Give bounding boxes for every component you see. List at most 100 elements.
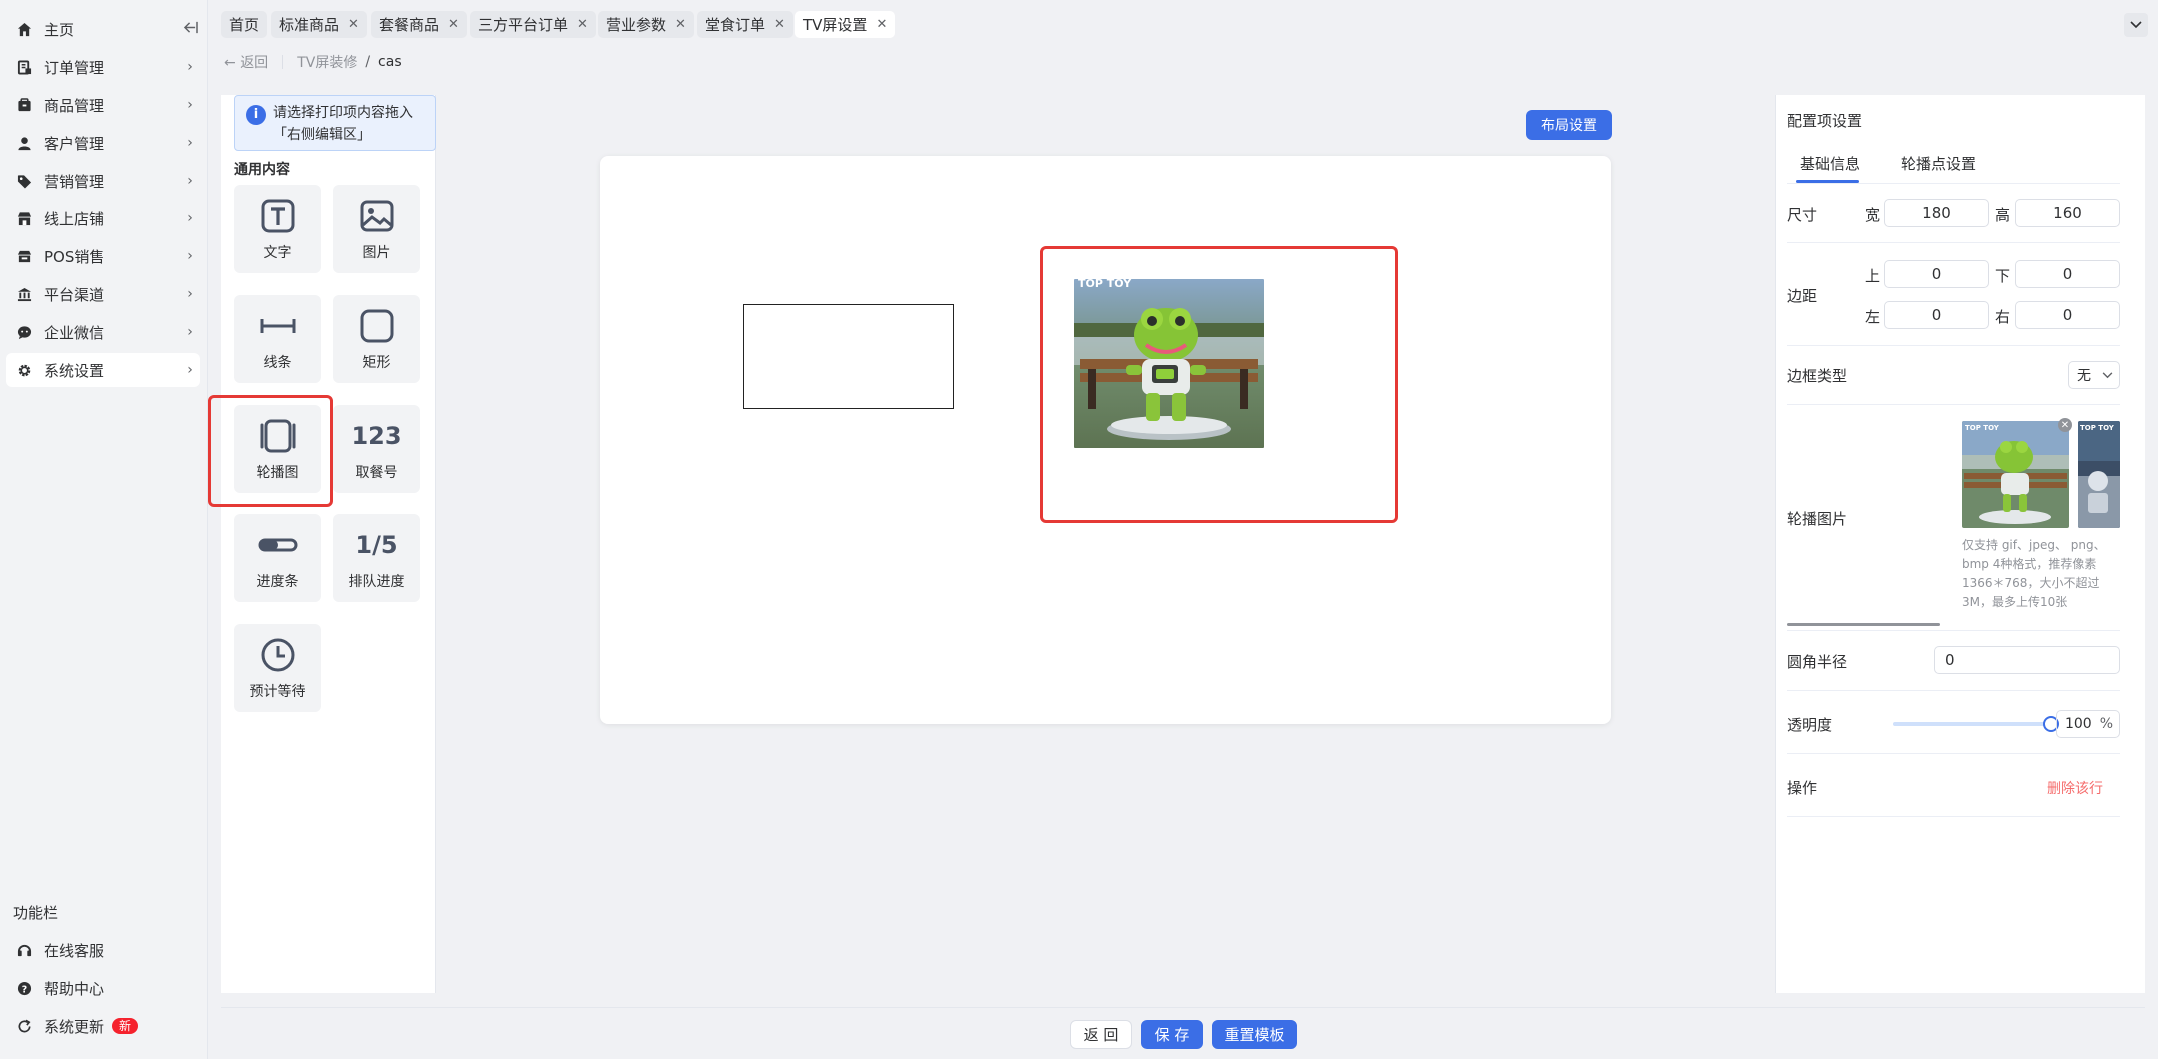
margin-bottom-input[interactable] bbox=[2015, 260, 2120, 288]
divider bbox=[1787, 753, 2120, 754]
collapse-sidebar-icon[interactable] bbox=[180, 21, 200, 38]
component-line[interactable]: 线条 bbox=[234, 295, 321, 383]
close-icon[interactable]: ✕ bbox=[675, 17, 686, 32]
thumbnail-scrollbar[interactable] bbox=[1787, 623, 1940, 626]
tab-basic-info[interactable]: 基础信息 bbox=[1800, 153, 1860, 174]
clock-icon bbox=[258, 635, 298, 675]
save-button[interactable]: 保 存 bbox=[1141, 1020, 1203, 1049]
sidebar-item-channels[interactable]: 平台渠道 › bbox=[6, 277, 200, 311]
gear-icon bbox=[16, 362, 32, 378]
component-label: 排队进度 bbox=[348, 574, 405, 590]
chevron-right-icon: › bbox=[187, 97, 193, 113]
remove-image-icon[interactable]: ✕ bbox=[2058, 418, 2072, 432]
user-icon bbox=[16, 135, 32, 151]
component-estimated-wait[interactable]: 预计等待 bbox=[234, 624, 321, 712]
close-icon[interactable]: ✕ bbox=[774, 17, 785, 32]
margin-top-input[interactable] bbox=[1884, 260, 1989, 288]
border-type-select[interactable]: 无 bbox=[2068, 361, 2120, 389]
component-pickup-number[interactable]: 123 取餐号 bbox=[333, 405, 420, 493]
margin-label: 边距 bbox=[1787, 287, 1818, 305]
reset-template-button[interactable]: 重置模板 bbox=[1212, 1020, 1297, 1049]
tab-third-party-orders[interactable]: 三方平台订单 ✕ bbox=[470, 11, 596, 38]
tab-home[interactable]: 首页 bbox=[221, 11, 268, 38]
sidebar-item-home[interactable]: 主页 bbox=[6, 12, 200, 46]
component-label: 线条 bbox=[263, 355, 292, 371]
opacity-slider-track[interactable] bbox=[1893, 722, 2051, 726]
width-label: 宽 bbox=[1865, 206, 1881, 224]
sidebar-item-label: 商品管理 bbox=[44, 96, 105, 115]
chevron-right-icon: › bbox=[187, 248, 193, 264]
tab-tv-settings[interactable]: TV屏设置 ✕ bbox=[795, 11, 896, 38]
queue-icon: 1/5 bbox=[355, 531, 398, 559]
opacity-value: 100 bbox=[2064, 716, 2092, 732]
sidebar-item-orders[interactable]: 订单管理 › bbox=[6, 50, 200, 84]
sidebar-item-label: 在线客服 bbox=[44, 941, 105, 960]
tab-business-params[interactable]: 营业参数 ✕ bbox=[598, 11, 694, 38]
tab-label: 堂食订单 bbox=[705, 16, 766, 34]
pos-icon bbox=[16, 248, 32, 264]
sidebar-item-label: 帮助中心 bbox=[44, 979, 105, 998]
new-badge: 新 bbox=[112, 1018, 139, 1034]
sidebar-item-marketing[interactable]: 营销管理 › bbox=[6, 164, 200, 198]
refresh-icon bbox=[16, 1018, 32, 1034]
height-input[interactable] bbox=[2015, 199, 2120, 227]
layout-settings-button[interactable]: 布局设置 bbox=[1526, 110, 1612, 140]
component-label: 进度条 bbox=[256, 574, 299, 590]
tab-label: 三方平台订单 bbox=[478, 16, 569, 34]
carousel-icon bbox=[258, 416, 298, 456]
component-carousel[interactable]: 轮播图 bbox=[234, 405, 321, 493]
breadcrumb-separator: / bbox=[365, 54, 371, 70]
radius-input[interactable] bbox=[1934, 646, 2120, 674]
sidebar-item-label: 营销管理 bbox=[44, 172, 105, 191]
headset-icon bbox=[16, 942, 32, 958]
close-icon[interactable]: ✕ bbox=[448, 17, 459, 32]
sidebar-item-wecom[interactable]: 企业微信 › bbox=[6, 315, 200, 349]
close-icon[interactable]: ✕ bbox=[876, 17, 887, 32]
radius-label: 圆角半径 bbox=[1787, 653, 1848, 671]
breadcrumb-parent[interactable]: TV屏装修 bbox=[297, 52, 357, 72]
chevron-right-icon: › bbox=[187, 362, 193, 378]
component-queue-progress[interactable]: 1/5 排队进度 bbox=[333, 514, 420, 602]
back-link[interactable]: ← 返回 bbox=[224, 52, 268, 72]
line-icon bbox=[258, 306, 298, 346]
carousel-thumbnail[interactable]: TOP TOY bbox=[1962, 421, 2069, 528]
image-icon bbox=[357, 196, 397, 236]
sidebar-item-customers[interactable]: 客户管理 › bbox=[6, 126, 200, 160]
sidebar-item-online-service[interactable]: 在线客服 bbox=[6, 933, 200, 967]
tabs-dropdown-button[interactable] bbox=[2124, 13, 2148, 37]
text-icon bbox=[258, 196, 298, 236]
upload-hint: 仅支持 gif、jpeg、 png、bmp 4种格式，推荐像素1366＊768，… bbox=[1962, 538, 2106, 609]
sidebar-item-online-store[interactable]: 线上店铺 › bbox=[6, 201, 200, 235]
tab-standard-goods[interactable]: 标准商品 ✕ bbox=[271, 11, 367, 38]
sidebar-item-system-settings[interactable]: 系统设置 › bbox=[6, 353, 200, 387]
tab-dine-in-orders[interactable]: 堂食订单 ✕ bbox=[697, 11, 793, 38]
component-label: 预计等待 bbox=[249, 684, 306, 700]
sidebar-item-pos[interactable]: POS销售 › bbox=[6, 239, 200, 273]
number-icon: 123 bbox=[351, 422, 402, 450]
delete-row-link[interactable]: 删除该行 bbox=[2047, 778, 2103, 798]
component-progress-bar[interactable]: 进度条 bbox=[234, 514, 321, 602]
margin-right-input[interactable] bbox=[2015, 301, 2120, 329]
margin-left-input[interactable] bbox=[1884, 301, 1989, 329]
canvas-carousel-image[interactable]: TOP TOY bbox=[1074, 279, 1264, 448]
component-text[interactable]: 文字 bbox=[234, 185, 321, 273]
canvas-rectangle-element[interactable] bbox=[743, 304, 954, 409]
carousel-thumbnail[interactable]: TOP TOY bbox=[2078, 421, 2120, 528]
chevron-right-icon: › bbox=[187, 173, 193, 189]
opacity-input[interactable]: 100 % bbox=[2056, 710, 2120, 738]
sidebar-item-goods[interactable]: 商品管理 › bbox=[6, 88, 200, 122]
component-rectangle[interactable]: 矩形 bbox=[333, 295, 420, 383]
back-link-label: 返回 bbox=[240, 55, 269, 71]
chevron-right-icon: › bbox=[187, 59, 193, 75]
tab-combo-goods[interactable]: 套餐商品 ✕ bbox=[371, 11, 467, 38]
action-label: 操作 bbox=[1787, 779, 1818, 797]
close-icon[interactable]: ✕ bbox=[577, 17, 588, 32]
sidebar-item-help-center[interactable]: ? 帮助中心 bbox=[6, 971, 200, 1005]
sidebar-item-system-update[interactable]: 系统更新 新 bbox=[6, 1009, 200, 1043]
width-input[interactable] bbox=[1884, 199, 1989, 227]
close-icon[interactable]: ✕ bbox=[348, 17, 359, 32]
back-button[interactable]: 返 回 bbox=[1070, 1020, 1132, 1049]
tab-carousel-dots[interactable]: 轮播点设置 bbox=[1901, 153, 1976, 174]
bank-icon bbox=[16, 286, 32, 302]
component-image[interactable]: 图片 bbox=[333, 185, 420, 273]
